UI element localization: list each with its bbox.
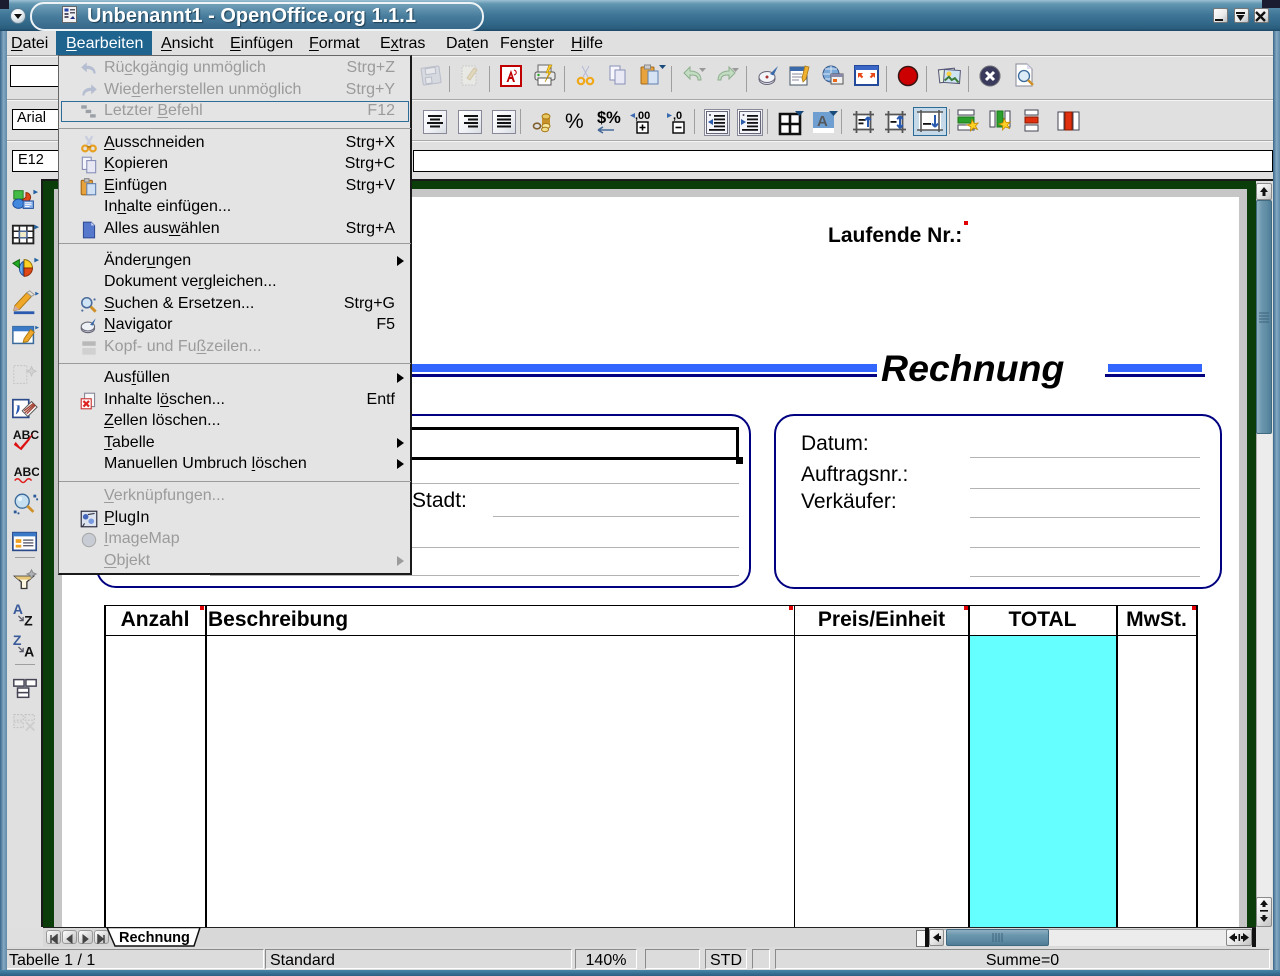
svg-text:ABC: ABC (14, 465, 39, 479)
svg-text:Rechnung: Rechnung (119, 930, 190, 946)
svg-text:A: A (817, 113, 828, 130)
svg-text:,00: ,00 (635, 110, 650, 122)
svg-text:,0: ,0 (673, 110, 682, 122)
svg-text:Z: Z (13, 633, 22, 648)
svg-text:Z: Z (24, 612, 33, 628)
svg-text:ABC: ABC (13, 428, 39, 442)
svg-text:A: A (13, 602, 23, 617)
svg-text:A: A (24, 643, 34, 659)
